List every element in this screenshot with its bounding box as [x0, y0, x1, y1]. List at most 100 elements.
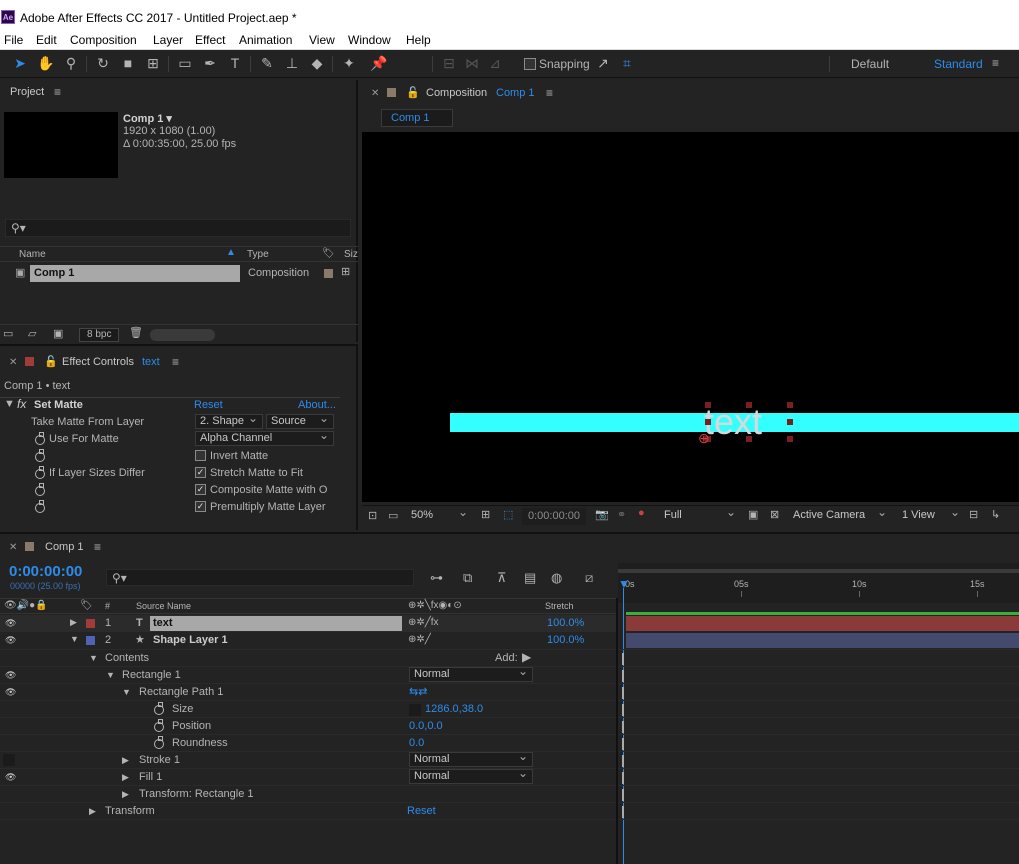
- layer-bar-text[interactable]: [626, 616, 1019, 631]
- take-matte-layer-dropdown[interactable]: 2. Shape: [195, 412, 263, 429]
- view-axis-icon[interactable]: ⊿: [486, 54, 504, 72]
- project-menu-icon[interactable]: ≡: [54, 85, 61, 99]
- twirl-down-icon[interactable]: ▼: [70, 634, 79, 644]
- fill-blend-dropdown[interactable]: Normal: [409, 767, 533, 784]
- twirl-down-icon[interactable]: ▼: [106, 670, 115, 680]
- pan-behind-tool-icon[interactable]: ⊞: [144, 54, 162, 72]
- take-matte-source-dropdown[interactable]: Source: [266, 412, 334, 429]
- always-preview-icon[interactable]: ⊡: [368, 509, 377, 522]
- timeline-search-input[interactable]: ⚲▾: [106, 569, 414, 586]
- twirl-right-icon[interactable]: ▶: [122, 772, 129, 783]
- work-area-bar[interactable]: [618, 569, 1019, 573]
- fit-frame-icon[interactable]: ⊞: [481, 508, 490, 521]
- transform-reset-link[interactable]: Reset: [407, 805, 436, 817]
- layer-name[interactable]: Shape Layer 1: [153, 634, 228, 646]
- workspace-menu-icon[interactable]: ≡: [992, 56, 999, 70]
- camera-view-dropdown[interactable]: Active Camera: [789, 506, 891, 524]
- work-area-green-bar[interactable]: [626, 612, 1019, 615]
- roundness-value[interactable]: 0.0: [409, 737, 424, 749]
- stroke-blend-dropdown[interactable]: Normal: [409, 750, 533, 767]
- rectangle-1-blend-dropdown[interactable]: Normal: [409, 665, 533, 682]
- col-stretch[interactable]: Stretch: [545, 601, 574, 611]
- twirl-right-icon[interactable]: ▶: [122, 755, 129, 766]
- effect-controls-menu-icon[interactable]: ≡: [172, 355, 179, 369]
- menu-edit[interactable]: Edit: [36, 33, 57, 47]
- effect-expand-icon[interactable]: ▼: [4, 398, 15, 410]
- layer-row[interactable]: 👁 ▼ 2 ★ Shape Layer 1 ⊕✲╱ 100.0%: [0, 632, 618, 649]
- comp-tab[interactable]: Comp 1: [381, 109, 453, 127]
- interpret-footage-icon[interactable]: ▭: [3, 327, 13, 340]
- property-time-marker[interactable]: [622, 687, 626, 699]
- property-time-marker[interactable]: [622, 789, 626, 801]
- world-axis-icon[interactable]: ⋈: [463, 54, 481, 72]
- eraser-tool-icon[interactable]: ◆: [308, 54, 326, 72]
- zoom-tool-icon[interactable]: ⚲: [62, 54, 80, 72]
- draft-3d-icon[interactable]: ⧉: [463, 570, 472, 586]
- frame-blending-icon[interactable]: ▤: [524, 570, 536, 586]
- anchor-point-icon[interactable]: ⊕: [698, 430, 710, 447]
- bbox-handle[interactable]: [705, 402, 711, 408]
- new-comp-icon[interactable]: ▣: [53, 327, 63, 340]
- layer-label-color[interactable]: [86, 636, 95, 645]
- view-layout-dropdown[interactable]: 1 View: [898, 506, 964, 524]
- stopwatch-icon[interactable]: [35, 500, 45, 513]
- menu-effect[interactable]: Effect: [195, 33, 225, 47]
- stopwatch-icon[interactable]: [35, 483, 45, 496]
- constrain-proportions-icon[interactable]: [409, 704, 421, 716]
- brush-tool-icon[interactable]: ✎: [258, 54, 276, 72]
- invert-matte-checkbox[interactable]: [195, 450, 206, 461]
- stopwatch-icon[interactable]: [35, 466, 45, 479]
- property-time-marker[interactable]: [622, 772, 626, 784]
- layer-name-field[interactable]: text: [150, 616, 402, 631]
- eye-icon[interactable]: 👁: [5, 671, 17, 680]
- timeline-timecode[interactable]: 0:00:00:00: [9, 563, 82, 580]
- motion-blur-icon[interactable]: ◍: [551, 570, 562, 586]
- toggle-pixel-aspect-icon[interactable]: ⊟: [969, 508, 978, 521]
- bbox-handle[interactable]: [746, 436, 752, 442]
- position-value[interactable]: 0.0,0.0: [409, 720, 443, 732]
- local-axis-icon[interactable]: ⊟: [440, 54, 458, 72]
- composition-menu-icon[interactable]: ≡: [546, 86, 553, 100]
- layer-switches[interactable]: ⊕✲╱fx: [408, 617, 439, 628]
- eye-icon[interactable]: 👁: [5, 636, 17, 645]
- comp-name-label[interactable]: Comp 1 ▾: [123, 112, 172, 125]
- stopwatch-icon[interactable]: [35, 432, 45, 445]
- composite-matte-checkbox[interactable]: ✓: [195, 484, 206, 495]
- eye-icon[interactable]: 👁: [5, 773, 17, 782]
- menu-help[interactable]: Help: [406, 33, 431, 47]
- col-size[interactable]: Siz: [344, 249, 358, 260]
- snap-corners-icon[interactable]: ⌗: [618, 54, 636, 72]
- layer-stretch-value[interactable]: 100.0%: [547, 617, 584, 629]
- resolution-dropdown[interactable]: Full: [660, 506, 740, 524]
- twirl-down-icon[interactable]: ▼: [89, 653, 98, 663]
- graph-editor-icon[interactable]: ⧄: [585, 570, 593, 586]
- rotate-tool-icon[interactable]: ↻: [94, 54, 112, 72]
- eye-icon[interactable]: 👁: [5, 619, 17, 628]
- project-item-row[interactable]: ▣ Comp 1 Composition ⊞: [0, 265, 358, 282]
- timeline-menu-icon[interactable]: ≡: [94, 540, 101, 554]
- bbox-handle[interactable]: [787, 402, 793, 408]
- lock-icon[interactable]: 🔓: [44, 355, 58, 368]
- use-for-matte-dropdown[interactable]: Alpha Channel: [195, 429, 334, 446]
- time-ruler[interactable]: 0s 05s 10s 15s: [618, 563, 1019, 603]
- workspace-standard[interactable]: Standard: [934, 57, 983, 71]
- premultiply-checkbox[interactable]: ✓: [195, 501, 206, 512]
- comp-mini-flowchart-icon[interactable]: ⊶: [430, 570, 443, 586]
- effect-reset-link[interactable]: Reset: [194, 399, 223, 411]
- property-time-marker[interactable]: [622, 721, 626, 733]
- twirl-right-icon[interactable]: ▶: [122, 789, 129, 800]
- region-of-interest-icon[interactable]: ▣: [748, 508, 758, 521]
- zoom-dropdown[interactable]: 50%: [407, 506, 472, 524]
- current-time-field[interactable]: 0:00:00:00: [522, 508, 586, 525]
- camera-tool-icon[interactable]: ■: [119, 54, 137, 72]
- menu-file[interactable]: File: [4, 33, 23, 47]
- stopwatch-icon[interactable]: [35, 449, 45, 462]
- bbox-handle[interactable]: [705, 419, 711, 425]
- menu-window[interactable]: Window: [348, 33, 391, 47]
- lock-icon[interactable]: 🔓: [406, 86, 420, 99]
- menu-composition[interactable]: Composition: [70, 33, 137, 47]
- rectangle-tool-icon[interactable]: ▭: [176, 54, 194, 72]
- twirl-down-icon[interactable]: ▼: [122, 687, 131, 697]
- effect-about-link[interactable]: About...: [298, 399, 336, 411]
- path-direction-icons[interactable]: ⇆⇄: [409, 685, 427, 698]
